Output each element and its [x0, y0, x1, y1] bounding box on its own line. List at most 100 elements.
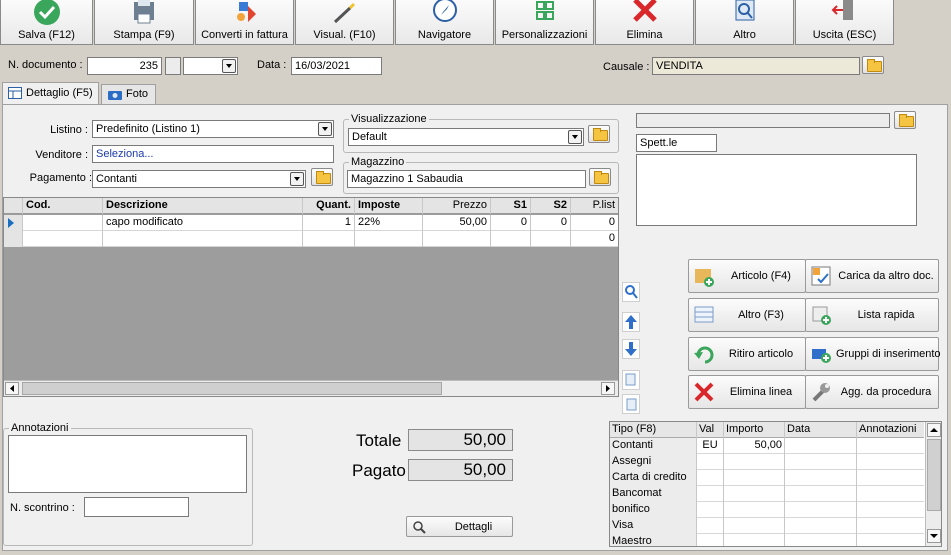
doc-suffix-input[interactable]: [165, 57, 181, 75]
cell-plist[interactable]: 0: [571, 231, 618, 247]
folder-icon[interactable]: [588, 125, 610, 143]
col-price[interactable]: Prezzo: [423, 198, 491, 214]
causale-input[interactable]: VENDITA: [652, 57, 860, 75]
payments-header: Tipo (F8) Val Importo Data Annotazioni: [610, 422, 924, 438]
col-notes[interactable]: Annotazioni: [857, 422, 924, 438]
notes-textarea[interactable]: [8, 435, 247, 493]
exit-button[interactable]: Uscita (ESC): [795, 0, 894, 45]
list-item[interactable]: Contanti EU 50,00: [610, 438, 924, 454]
customize-button[interactable]: Personalizzazioni: [495, 0, 594, 45]
add-procedure-button[interactable]: Agg. da procedura: [805, 375, 939, 409]
payments-vscrollbar[interactable]: [925, 422, 941, 546]
col-tax[interactable]: Imposte: [355, 198, 423, 214]
row-pointer-icon: [8, 218, 14, 228]
list-item[interactable]: Visa: [610, 518, 924, 534]
cell-tax[interactable]: 22%: [355, 215, 423, 231]
folder-icon[interactable]: [894, 111, 916, 129]
save-button[interactable]: Salva (F12): [0, 0, 93, 45]
box-add-icon: [695, 269, 714, 287]
col-plist[interactable]: P.list: [571, 198, 618, 214]
list-item[interactable]: Assegni: [610, 454, 924, 470]
arrow-down-icon[interactable]: [622, 339, 640, 359]
scroll-thumb[interactable]: [927, 439, 941, 511]
pagamento-label: Pagamento :: [29, 172, 92, 184]
customer-search-input[interactable]: [636, 113, 890, 128]
tab-photo[interactable]: Foto: [101, 84, 156, 104]
delete-button[interactable]: Elimina: [595, 0, 694, 45]
folder-icon[interactable]: [311, 168, 333, 186]
arrow-up-icon[interactable]: [622, 312, 640, 332]
return-article-button[interactable]: Ritiro articolo: [688, 337, 806, 371]
wrench-icon: [812, 383, 830, 402]
col-type[interactable]: Tipo (F8): [610, 422, 697, 438]
lines-grid[interactable]: Cod. Descrizione Quant. Imposte Prezzo S…: [3, 197, 619, 397]
date-input[interactable]: 16/03/2021: [291, 57, 382, 75]
convert-invoice-button[interactable]: Converti in fattura: [195, 0, 294, 45]
list-item[interactable]: Bancomat: [610, 486, 924, 502]
visual-button[interactable]: Visual. (F10): [295, 0, 394, 45]
col-s2[interactable]: S2: [531, 198, 571, 214]
venditore-input[interactable]: Seleziona...: [92, 145, 334, 163]
col-desc[interactable]: Descrizione: [103, 198, 303, 214]
pagamento-select[interactable]: Contanti: [92, 170, 306, 188]
listino-label: Listino :: [50, 124, 88, 136]
paste-icon[interactable]: [622, 394, 640, 414]
details-button[interactable]: Dettagli: [406, 516, 513, 537]
cell-qty[interactable]: 1: [303, 215, 355, 231]
delete-line-button[interactable]: Elimina linea: [688, 375, 806, 409]
insert-groups-button[interactable]: Gruppi di inserimento: [805, 337, 941, 371]
receipt-label: N. scontrino :: [10, 502, 75, 514]
customer-address-textarea[interactable]: [636, 154, 917, 226]
folder-icon[interactable]: [589, 168, 611, 186]
doc-number-input[interactable]: 235: [87, 57, 162, 75]
scroll-up-icon[interactable]: [927, 423, 941, 437]
compass-icon: [432, 0, 457, 22]
checklist-icon: [811, 266, 831, 286]
load-doc-button[interactable]: Carica da altro doc.: [805, 259, 939, 293]
list-item[interactable]: Carta di credito: [610, 470, 924, 486]
list-item[interactable]: bonifico: [610, 502, 924, 518]
listino-select[interactable]: Predefinito (Listino 1): [92, 120, 334, 138]
doc-number-label: N. documento :: [8, 59, 83, 71]
payments-table[interactable]: Tipo (F8) Val Importo Data Annotazioni C…: [609, 421, 942, 547]
col-val[interactable]: Val: [697, 422, 724, 438]
table-row[interactable]: 0: [4, 231, 618, 247]
scroll-down-icon[interactable]: [927, 529, 941, 543]
zoom-icon[interactable]: [622, 282, 640, 302]
list-item[interactable]: Maestro: [610, 534, 924, 546]
x-icon: [632, 0, 657, 22]
table-row[interactable]: capo modificato 1 22% 50,00 0 0 0: [4, 215, 618, 231]
cell-cod[interactable]: [23, 215, 103, 231]
doc-series-select[interactable]: [183, 57, 238, 75]
scroll-thumb[interactable]: [22, 382, 442, 395]
navigator-button[interactable]: Navigatore: [395, 0, 494, 45]
wand-icon: [333, 2, 355, 24]
print-button[interactable]: Stampa (F9): [94, 0, 194, 45]
chevron-down-icon: [318, 122, 332, 136]
quick-list-button[interactable]: Lista rapida: [805, 298, 939, 332]
col-amount[interactable]: Importo: [724, 422, 785, 438]
cell-s2[interactable]: 0: [531, 215, 571, 231]
cell-price[interactable]: 50,00: [423, 215, 491, 231]
folder-icon[interactable]: [862, 56, 884, 74]
other-actions-button[interactable]: Altro (F3): [688, 298, 806, 332]
date-label: Data :: [257, 59, 287, 71]
cell-desc[interactable]: capo modificato: [103, 215, 303, 231]
visualization-select[interactable]: Default: [348, 128, 584, 146]
tab-detail[interactable]: Dettaglio (F5): [2, 82, 99, 105]
col-s1[interactable]: S1: [491, 198, 531, 214]
col-cod[interactable]: Cod.: [23, 198, 103, 214]
col-qty[interactable]: Quant.: [303, 198, 355, 214]
grid-hscrollbar[interactable]: [4, 380, 618, 396]
col-date[interactable]: Data: [785, 422, 857, 438]
add-article-button[interactable]: Articolo (F4): [688, 259, 806, 293]
cell-s1[interactable]: 0: [491, 215, 531, 231]
scroll-right-icon[interactable]: [601, 382, 615, 395]
receipt-input[interactable]: [84, 497, 189, 517]
copy-icon[interactable]: [622, 370, 640, 390]
cell-plist[interactable]: 0: [571, 215, 618, 231]
other-button[interactable]: Altro: [695, 0, 794, 45]
scroll-left-icon[interactable]: [5, 382, 19, 395]
customer-title-input[interactable]: Spett.le: [636, 134, 717, 152]
warehouse-input[interactable]: Magazzino 1 Sabaudia: [347, 170, 586, 188]
